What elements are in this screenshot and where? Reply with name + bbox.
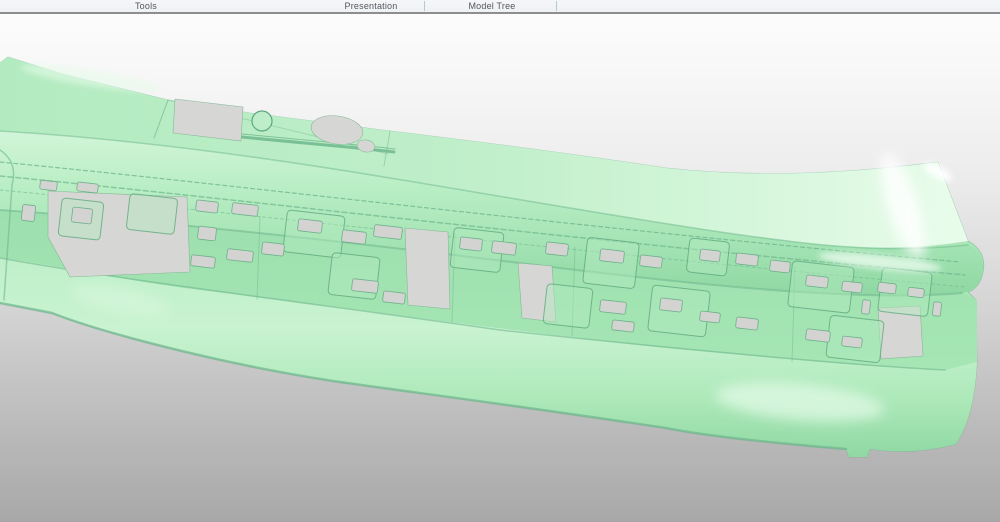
clip-slot [699,311,720,323]
clip-slot [71,207,93,224]
clip-slot [351,279,378,294]
clip-slot [599,300,626,315]
clip-slot [612,320,635,332]
ribbon-toolbar: Tools Presentation Model Tree [0,0,1000,14]
clip-slot [195,200,218,213]
clip-slot [297,219,322,234]
clip-slot [226,249,253,263]
clip-slot [861,300,871,315]
clip-slot [639,255,662,268]
clip-slot [77,182,99,193]
clip-slot [190,255,215,269]
clip-bracket [543,284,593,329]
clip-slot [841,281,862,293]
clip-slot [382,291,405,304]
clip-slot [877,282,896,294]
ribbon-separator [424,1,425,11]
clip-bracket [126,193,178,234]
clip-slot [261,242,284,256]
clip-slot [659,298,682,312]
bumper-model-canvas[interactable] [0,14,1000,522]
clip-slot [21,204,36,221]
clip-slot [197,226,216,241]
center-opening-a [405,228,450,309]
clip-slot [805,329,830,343]
clip-slot [545,242,568,256]
clip-slot [932,302,942,317]
ribbon-group-tools[interactable]: Tools [106,1,186,12]
clip-slot [908,287,925,298]
clip-slot [841,336,862,348]
ribbon-group-model-tree[interactable]: Model Tree [447,1,537,12]
clip-slot [40,180,58,191]
clip-slot [341,230,366,245]
3d-viewport[interactable] [0,14,1000,522]
bumper-model[interactable] [0,57,984,457]
clip-slot [491,241,516,256]
clip-slot [805,275,828,288]
clip-slot [459,237,482,251]
clip-slot [231,203,258,217]
clip-slot [769,260,790,273]
clip-slot [599,249,624,264]
clip-slot [735,317,758,330]
clip-bracket [283,210,345,258]
clip-slot [735,253,758,266]
ribbon-separator [556,1,557,11]
clip-slot [699,249,720,262]
ribbon-group-presentation[interactable]: Presentation [326,1,416,12]
clip-bracket [583,237,640,289]
